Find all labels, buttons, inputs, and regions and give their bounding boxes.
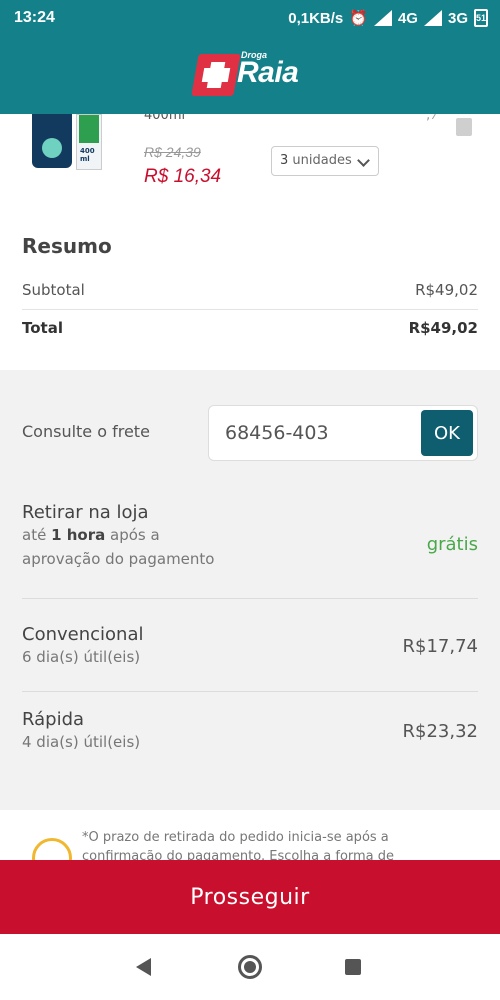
status-icons: 0,1KB/s ⏰ 4G 3G 51 bbox=[288, 9, 488, 27]
cep-box: OK bbox=[208, 405, 478, 461]
ok-button[interactable]: OK bbox=[421, 410, 473, 456]
cep-input[interactable] bbox=[225, 418, 415, 448]
quantity-number: 3 bbox=[280, 153, 289, 168]
proceed-button[interactable]: Prosseguir bbox=[0, 860, 500, 934]
price-old: R$ 24,39 bbox=[144, 144, 201, 160]
total-label: Total bbox=[22, 319, 63, 337]
pickup-subtitle: até 1 hora após a bbox=[22, 526, 160, 544]
status-time: 13:24 bbox=[14, 9, 55, 26]
shipping-option-conventional[interactable]: Convencional 6 dia(s) útil(eis) R$17,74 bbox=[22, 624, 478, 669]
battery-icon: 51 bbox=[474, 9, 488, 27]
quantity-select[interactable]: 3 unidades bbox=[271, 146, 379, 176]
subtotal-row: Subtotal R$49,02 bbox=[22, 270, 478, 310]
price-new: R$ 16,34 bbox=[144, 166, 222, 187]
app-header: Droga Raia bbox=[0, 36, 500, 114]
total-value: R$49,02 bbox=[408, 319, 478, 337]
cross-icon bbox=[191, 54, 241, 96]
product-image: 400 ml bbox=[30, 114, 104, 170]
brand-logo[interactable]: Droga Raia bbox=[191, 48, 313, 98]
status-bar: 13:24 0,1KB/s ⏰ 4G 3G 51 bbox=[0, 0, 500, 36]
note-text: *O prazo de retirada do pedido inicia-se… bbox=[82, 830, 395, 860]
warning-icon bbox=[32, 838, 72, 860]
fast-price: R$23,32 bbox=[402, 721, 479, 742]
pickup-title: Retirar na loja bbox=[22, 502, 149, 523]
pickup-note: *O prazo de retirada do pedido inicia-se… bbox=[0, 810, 500, 860]
remove-link-partial[interactable]: ‚ ⁄ bbox=[426, 114, 436, 123]
signal-icon-2 bbox=[423, 10, 442, 26]
divider bbox=[22, 598, 478, 599]
network-speed: 0,1KB/s bbox=[288, 9, 344, 27]
trash-icon[interactable] bbox=[456, 118, 472, 136]
back-icon[interactable] bbox=[136, 958, 151, 976]
brand-big-text: Raia bbox=[237, 56, 299, 89]
network-type-2: 3G bbox=[447, 9, 468, 27]
shipping-section: Consulte o frete OK Retirar na loja até … bbox=[0, 370, 500, 810]
product-volume-label: 400 ml bbox=[80, 147, 95, 163]
shipping-option-pickup[interactable]: Retirar na loja até 1 hora após a aprova… bbox=[22, 502, 478, 571]
conventional-price: R$17,74 bbox=[402, 636, 479, 657]
summary-title: Resumo bbox=[22, 234, 112, 258]
total-row: Total R$49,02 bbox=[22, 308, 478, 348]
chevron-down-icon bbox=[357, 154, 370, 167]
subtotal-label: Subtotal bbox=[22, 280, 85, 299]
cart-product: 400 ml 400ml R$ 24,39 R$ 16,34 3 unidade… bbox=[0, 114, 500, 204]
system-nav-bar bbox=[0, 934, 500, 1000]
divider bbox=[22, 691, 478, 692]
home-icon[interactable] bbox=[238, 955, 262, 979]
consult-shipping-label: Consulte o frete bbox=[22, 422, 150, 441]
order-summary: Resumo Subtotal R$49,02 Total R$49,02 bbox=[0, 204, 500, 370]
pickup-price: grátis bbox=[426, 534, 478, 555]
subtotal-value: R$49,02 bbox=[415, 280, 478, 299]
recent-apps-icon[interactable] bbox=[345, 959, 361, 975]
network-type-1: 4G bbox=[397, 9, 418, 27]
quantity-unit: unidades bbox=[292, 153, 352, 168]
alarm-icon: ⏰ bbox=[349, 10, 368, 27]
signal-icon bbox=[373, 10, 392, 26]
pickup-subtitle-line2: aprovação do pagamento bbox=[22, 550, 215, 568]
shipping-option-fast[interactable]: Rápida 4 dia(s) útil(eis) R$23,32 bbox=[22, 709, 478, 754]
battery-level: 51 bbox=[476, 13, 487, 23]
product-name: 400ml bbox=[144, 114, 186, 123]
